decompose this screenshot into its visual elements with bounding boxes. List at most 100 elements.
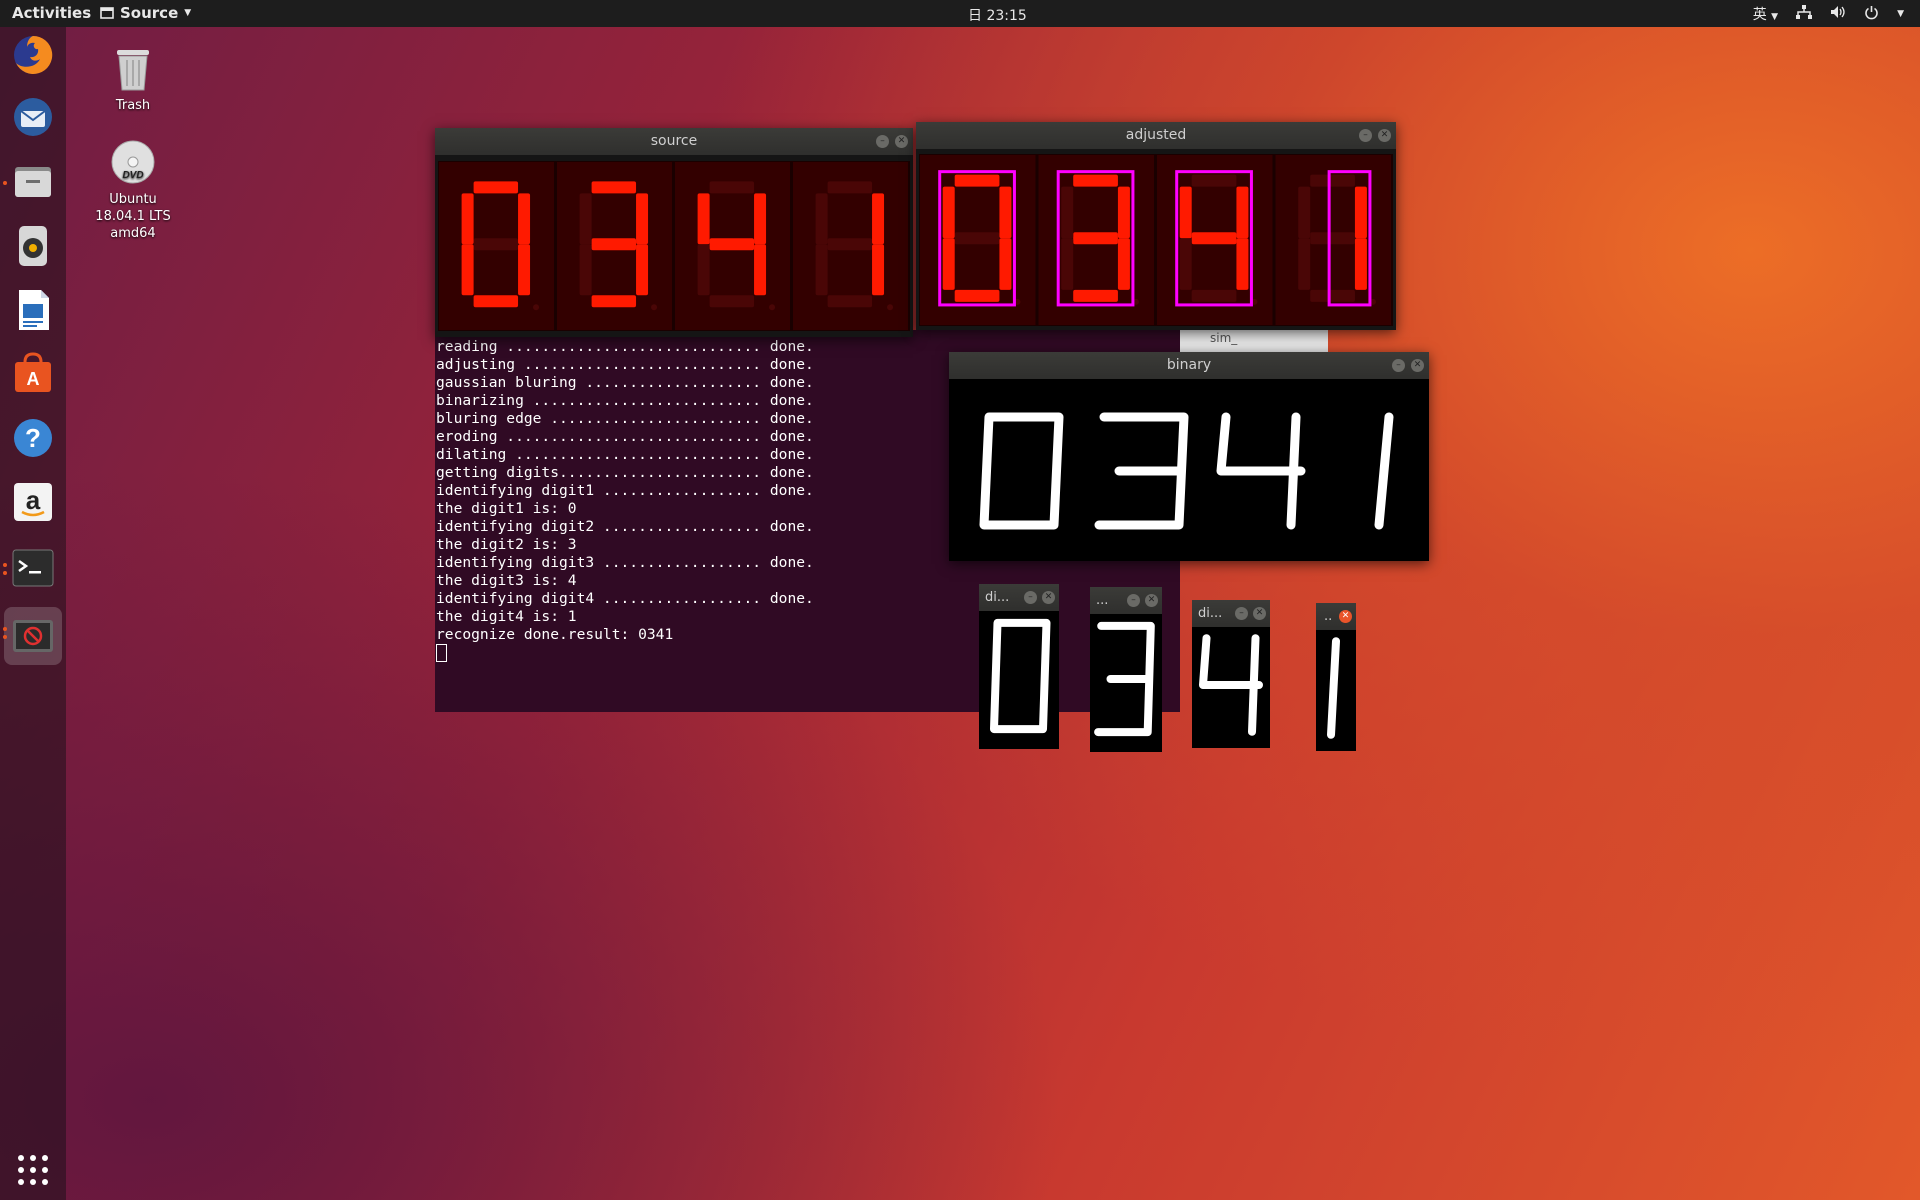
close-icon[interactable]: ✕	[895, 135, 908, 148]
segment-a	[1073, 174, 1118, 187]
segment-e	[815, 244, 828, 296]
segment-e	[1179, 238, 1192, 290]
source-image	[438, 161, 910, 331]
power-icon[interactable]	[1864, 5, 1879, 24]
minimize-icon[interactable]: –	[1359, 129, 1372, 142]
source-window[interactable]: source – ✕	[435, 128, 913, 337]
thunderbird-icon[interactable]	[10, 94, 56, 140]
image-viewer-icon[interactable]	[3, 607, 62, 665]
digit2-titlebar[interactable]: ... – ✕	[1090, 587, 1162, 614]
digit4-image	[1316, 630, 1356, 751]
segment-b	[999, 186, 1012, 239]
close-icon[interactable]: ✕	[1339, 610, 1352, 623]
trash-desktop-icon[interactable]: Trash	[78, 44, 188, 114]
segment-e	[697, 244, 710, 296]
digit4-window[interactable]: .. ✕	[1316, 603, 1356, 751]
app-grid-icon[interactable]	[10, 1147, 56, 1193]
adjusted-title: adjusted	[1125, 127, 1187, 143]
firefox-icon[interactable]	[10, 32, 56, 78]
adjusted-titlebar[interactable]: adjusted – ✕	[916, 122, 1396, 149]
window-icon	[100, 7, 114, 19]
close-icon[interactable]: ✕	[1411, 359, 1424, 372]
running-indicator	[3, 635, 7, 639]
digit1-title: di...	[985, 590, 1010, 605]
segment-b	[518, 193, 531, 245]
svg-text:A: A	[27, 369, 40, 389]
chevron-down-icon[interactable]: ▼	[1897, 9, 1904, 19]
digit1-window[interactable]: di... – ✕	[979, 584, 1059, 749]
minimize-icon[interactable]: –	[1024, 591, 1037, 604]
segment-f	[579, 193, 592, 245]
software-icon[interactable]: A	[10, 351, 56, 397]
writer-icon[interactable]	[10, 287, 56, 333]
running-indicator	[3, 563, 7, 567]
minimize-icon[interactable]: –	[876, 135, 889, 148]
digit4-titlebar[interactable]: .. ✕	[1316, 603, 1356, 630]
minimize-icon[interactable]: –	[1127, 594, 1140, 607]
digit3-titlebar[interactable]: di... – ✕	[1192, 600, 1270, 627]
adjusted-image	[919, 154, 1393, 326]
clock[interactable]: 日 23:15	[968, 5, 1027, 25]
digit4-title: ..	[1324, 609, 1333, 624]
segment-g	[954, 232, 1000, 245]
close-icon[interactable]: ✕	[1253, 607, 1266, 620]
adjusted-window[interactable]: adjusted – ✕	[916, 122, 1396, 330]
minimize-icon[interactable]: –	[1235, 607, 1248, 620]
binary-background	[949, 381, 1429, 561]
segment-a	[591, 181, 637, 194]
binary-window[interactable]: binary – ✕	[949, 352, 1429, 561]
adjusted-seven-segment-display	[920, 155, 1391, 325]
running-indicator	[3, 627, 7, 631]
minimize-icon[interactable]: –	[1392, 359, 1405, 372]
volume-icon[interactable]	[1830, 5, 1846, 23]
digit1-titlebar[interactable]: di... – ✕	[979, 584, 1059, 611]
amazon-icon[interactable]: a	[10, 479, 56, 525]
binary-titlebar[interactable]: binary – ✕	[949, 352, 1429, 379]
segment-c	[1236, 238, 1249, 290]
source-titlebar[interactable]: source – ✕	[435, 128, 913, 155]
close-icon[interactable]: ✕	[1378, 129, 1391, 142]
files-icon[interactable]	[3, 159, 56, 205]
segment-f	[942, 186, 955, 239]
segment-a	[1191, 174, 1237, 187]
binary-title: binary	[1166, 357, 1212, 373]
segment-f	[1298, 186, 1311, 239]
segment-b	[872, 193, 885, 245]
segment-g	[473, 238, 519, 251]
segment-d	[1073, 289, 1118, 302]
segment-d	[591, 295, 637, 308]
segment-e	[1298, 238, 1311, 290]
terminal-icon[interactable]	[3, 545, 56, 591]
dvd-icon: DVD	[111, 140, 155, 184]
activities-button[interactable]: Activities	[12, 4, 91, 22]
network-icon[interactable]	[1796, 5, 1813, 23]
app-menu[interactable]: Source ▼	[100, 4, 191, 22]
dvd-desktop-icon[interactable]: DVD Ubuntu 18.04.1 LTS amd64	[78, 138, 188, 242]
chevron-down-icon: ▼	[1771, 12, 1779, 22]
close-icon[interactable]: ✕	[1042, 591, 1055, 604]
dvd-label-line2: 18.04.1 LTS	[95, 209, 171, 224]
segment-g	[1073, 232, 1118, 245]
segment-b	[1236, 186, 1249, 239]
rhythmbox-icon[interactable]	[10, 223, 56, 269]
help-icon[interactable]: ?	[10, 415, 56, 461]
terminal-line: identifying digit4 .................. do…	[436, 590, 814, 607]
segment-f	[461, 193, 474, 245]
segment-c	[518, 244, 531, 296]
digit3-window[interactable]: di... – ✕	[1192, 600, 1270, 748]
segment-a	[827, 181, 873, 194]
terminal-prompt[interactable]	[436, 644, 1180, 662]
input-method-indicator[interactable]: 英 ▼	[1753, 4, 1778, 24]
segment-g	[1310, 232, 1355, 245]
digit2-window[interactable]: ... – ✕	[1090, 587, 1162, 752]
segment-f	[697, 193, 710, 245]
segment-e	[461, 244, 474, 296]
dvd-label-line3: amd64	[110, 226, 156, 241]
decimal-point	[533, 304, 540, 311]
close-icon[interactable]: ✕	[1145, 594, 1158, 607]
segment-d	[1310, 289, 1355, 302]
background-file-window[interactable]: sim_	[1168, 330, 1328, 352]
segment-f	[1179, 186, 1192, 239]
segment-c	[999, 238, 1012, 290]
segment-b	[754, 193, 767, 245]
